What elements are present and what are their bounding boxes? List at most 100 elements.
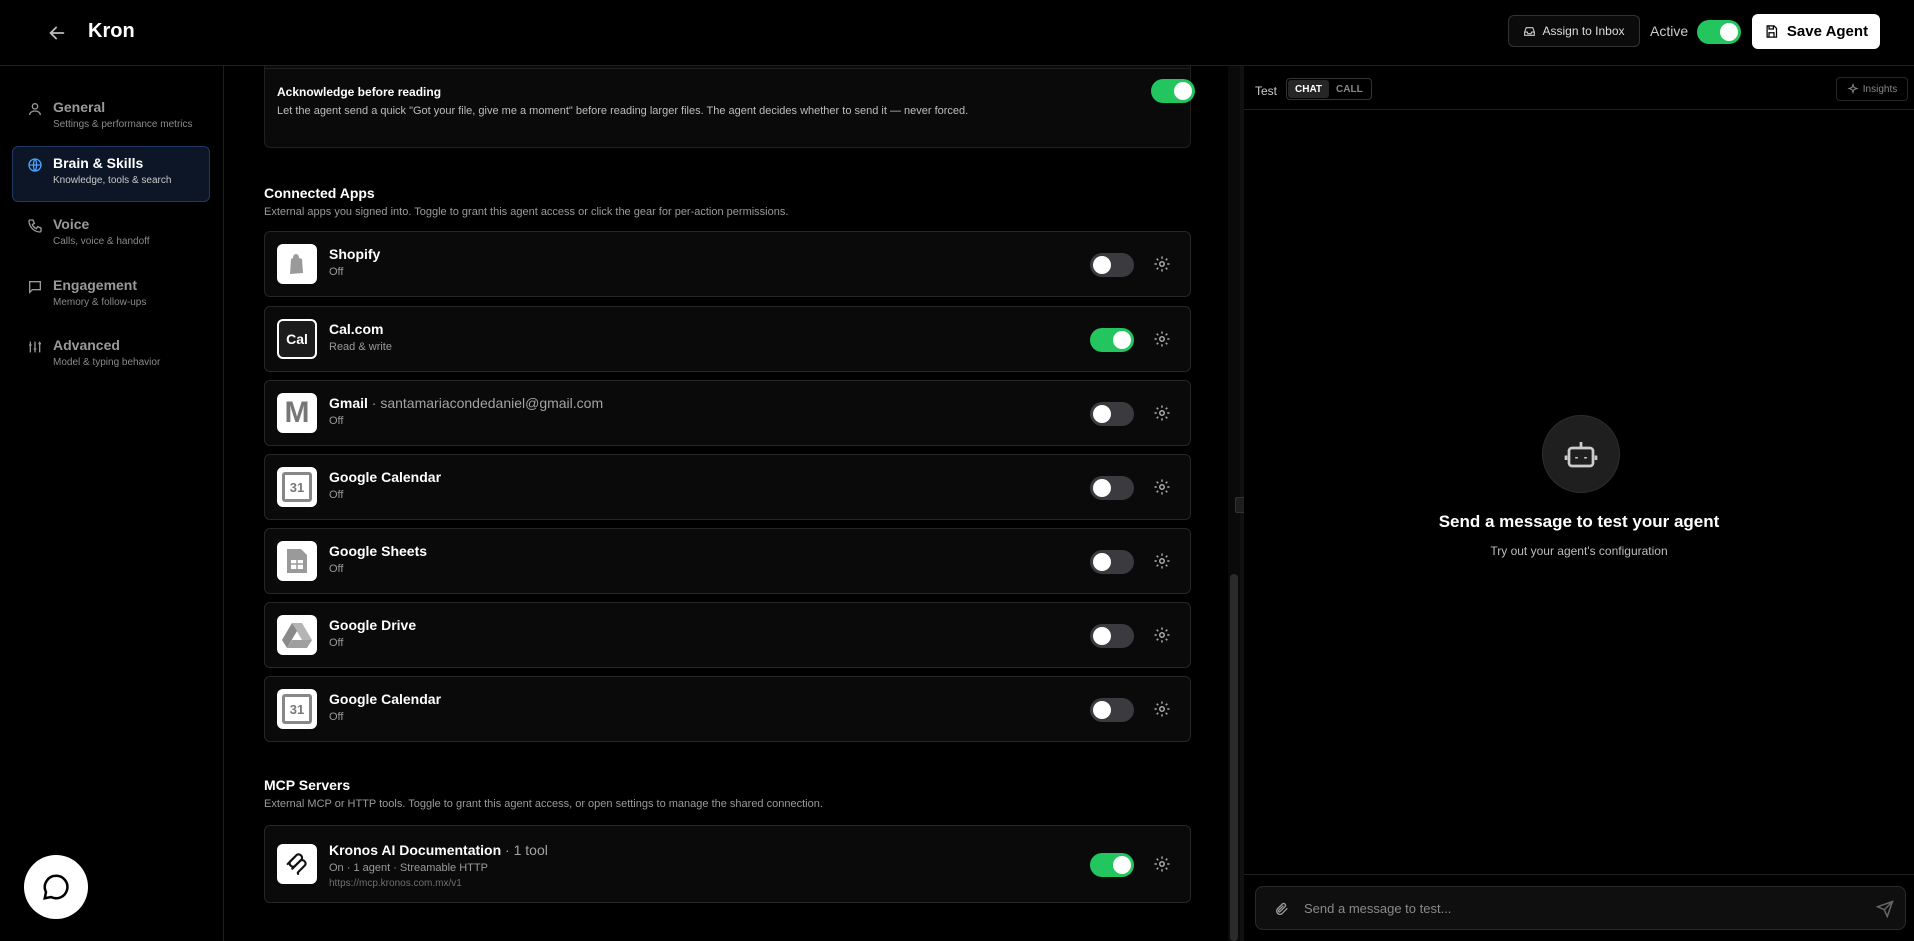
tab-call[interactable]: CALL (1329, 80, 1370, 98)
active-label: Active (1650, 23, 1689, 39)
gear-icon[interactable] (1153, 404, 1171, 422)
active-toggle[interactable] (1697, 20, 1741, 44)
sidebar-item-engagement[interactable]: Engagement Memory & follow-ups (12, 268, 210, 324)
app-status: Off (329, 415, 344, 427)
gear-icon[interactable] (1153, 626, 1171, 644)
sidebar-item-advanced[interactable]: Advanced Model & typing behavior (12, 328, 210, 384)
app-card-google-drive: Google Drive Off (264, 602, 1191, 668)
app-status: Off (329, 637, 344, 649)
acknowledge-title: Acknowledge before reading (277, 85, 442, 99)
sidebar-item-title: Advanced (53, 337, 120, 353)
bot-avatar (1542, 415, 1620, 493)
gear-icon[interactable] (1153, 478, 1171, 496)
gear-icon[interactable] (1153, 552, 1171, 570)
connected-apps-description: External apps you signed into. Toggle to… (264, 206, 789, 218)
save-agent-button[interactable]: Save Agent (1752, 14, 1880, 49)
app-status: Off (329, 489, 344, 501)
app-toggle[interactable] (1090, 624, 1134, 648)
insights-button[interactable]: Insights (1836, 77, 1908, 101)
composer-divider (1244, 874, 1914, 875)
app-card-gmail: M Gmail · santamariacondedaniel@gmail.co… (264, 380, 1191, 446)
message-input[interactable] (1304, 897, 1844, 919)
mcp-icon (277, 844, 317, 884)
scroll-thumb[interactable] (1230, 574, 1238, 941)
bot-icon (1564, 442, 1598, 468)
paperclip-icon[interactable] (1274, 901, 1290, 917)
sidebar-item-title: Voice (53, 216, 90, 232)
mcp-servers-description: External MCP or HTTP tools. Toggle to gr… (264, 798, 823, 810)
support-chat-button[interactable] (24, 855, 88, 919)
gmail-icon: M (277, 393, 317, 433)
app-name: Cal.com (329, 321, 384, 337)
mcp-server-status: On · 1 agent · Streamable HTTP (329, 862, 488, 874)
mcp-server-toggle[interactable] (1090, 853, 1134, 877)
insights-label: Insights (1862, 83, 1898, 95)
app-status: Off (329, 266, 344, 278)
sidebar-item-title: General (53, 99, 106, 115)
app-card-shopify: Shopify Off (264, 231, 1191, 297)
sidebar-item-brain-skills[interactable]: Brain & Skills Knowledge, tools & search (12, 146, 210, 202)
app-name: Gmail · santamariacondedaniel@gmail.com (329, 395, 604, 411)
sidebar-item-general[interactable]: General Settings & performance metrics (12, 90, 210, 146)
sidebar-item-subtitle: Calls, voice & handoff (53, 236, 150, 247)
app-card-google-sheets: Google Sheets Off (264, 528, 1191, 594)
app-toggle[interactable] (1090, 476, 1134, 500)
app-toggle[interactable] (1090, 550, 1134, 574)
globe-icon (28, 158, 42, 172)
app-name: Google Calendar (329, 469, 442, 485)
app-toggle[interactable] (1090, 253, 1134, 277)
save-agent-label: Save Agent (1786, 23, 1869, 40)
shopify-icon (277, 244, 317, 284)
mcp-server-name: Kronos AI Documentation · 1 tool (329, 842, 548, 858)
sidebar-item-subtitle: Model & typing behavior (53, 357, 161, 368)
app-toggle[interactable] (1090, 402, 1134, 426)
acknowledge-toggle[interactable] (1151, 79, 1195, 103)
tab-chat[interactable]: CHAT (1288, 80, 1330, 98)
app-toggle[interactable] (1090, 328, 1134, 352)
app-name: Google Calendar (329, 691, 442, 707)
gear-icon[interactable] (1153, 255, 1171, 273)
sidebar-item-subtitle: Memory & follow-ups (53, 297, 147, 308)
google-sheets-icon (277, 541, 317, 581)
sidebar-item-subtitle: Settings & performance metrics (53, 119, 193, 130)
save-icon (1766, 25, 1778, 38)
empty-state-title: Send a message to test your agent (1438, 512, 1720, 531)
app-card-calcom: Cal Cal.com Read & write (264, 306, 1191, 372)
user-icon (29, 103, 41, 116)
arrow-left-icon[interactable] (46, 22, 68, 44)
test-panel-header: Test CHAT CALL Insights (1244, 66, 1914, 110)
app-status: Off (329, 711, 344, 723)
app-name: Google Sheets (329, 543, 428, 559)
assign-to-inbox-button[interactable]: Assign to Inbox (1508, 15, 1640, 47)
google-drive-icon (277, 615, 317, 655)
chat-bubble-icon (43, 874, 69, 900)
test-label: Test (1255, 84, 1278, 98)
sidebar-item-title: Engagement (53, 277, 138, 293)
phone-icon (28, 219, 42, 233)
app-name: Shopify (329, 246, 381, 262)
message-composer (1255, 886, 1906, 930)
app-status: Off (329, 563, 344, 575)
card-divider (265, 68, 1190, 69)
main-content: Acknowledge before reading Let the agent… (225, 66, 1228, 941)
calcom-icon: Cal (277, 319, 317, 359)
sidebar-item-subtitle: Knowledge, tools & search (53, 175, 172, 186)
inbox-icon (1524, 26, 1536, 36)
app-toggle[interactable] (1090, 698, 1134, 722)
app-card-google-calendar-2: 31 Google Calendar Off (264, 676, 1191, 742)
test-mode-tabs: CHAT CALL (1286, 78, 1372, 100)
google-calendar-icon: 31 (277, 689, 317, 729)
app-name: Google Drive (329, 617, 417, 633)
sidebar-item-voice[interactable]: Voice Calls, voice & handoff (12, 207, 210, 263)
gear-icon[interactable] (1153, 330, 1171, 348)
app-status: Read & write (329, 341, 392, 353)
mcp-server-url: https://mcp.kronos.com.mx/v1 (329, 878, 462, 889)
gear-icon[interactable] (1153, 700, 1171, 718)
assign-to-inbox-label: Assign to Inbox (1542, 24, 1625, 38)
agent-title: Kron (88, 20, 135, 42)
message-square-icon (29, 281, 41, 294)
mcp-server-card: Kronos AI Documentation · 1 tool On · 1 … (264, 825, 1191, 903)
sliders-icon (29, 341, 41, 353)
send-icon[interactable] (1876, 900, 1894, 918)
gear-icon[interactable] (1153, 855, 1171, 873)
